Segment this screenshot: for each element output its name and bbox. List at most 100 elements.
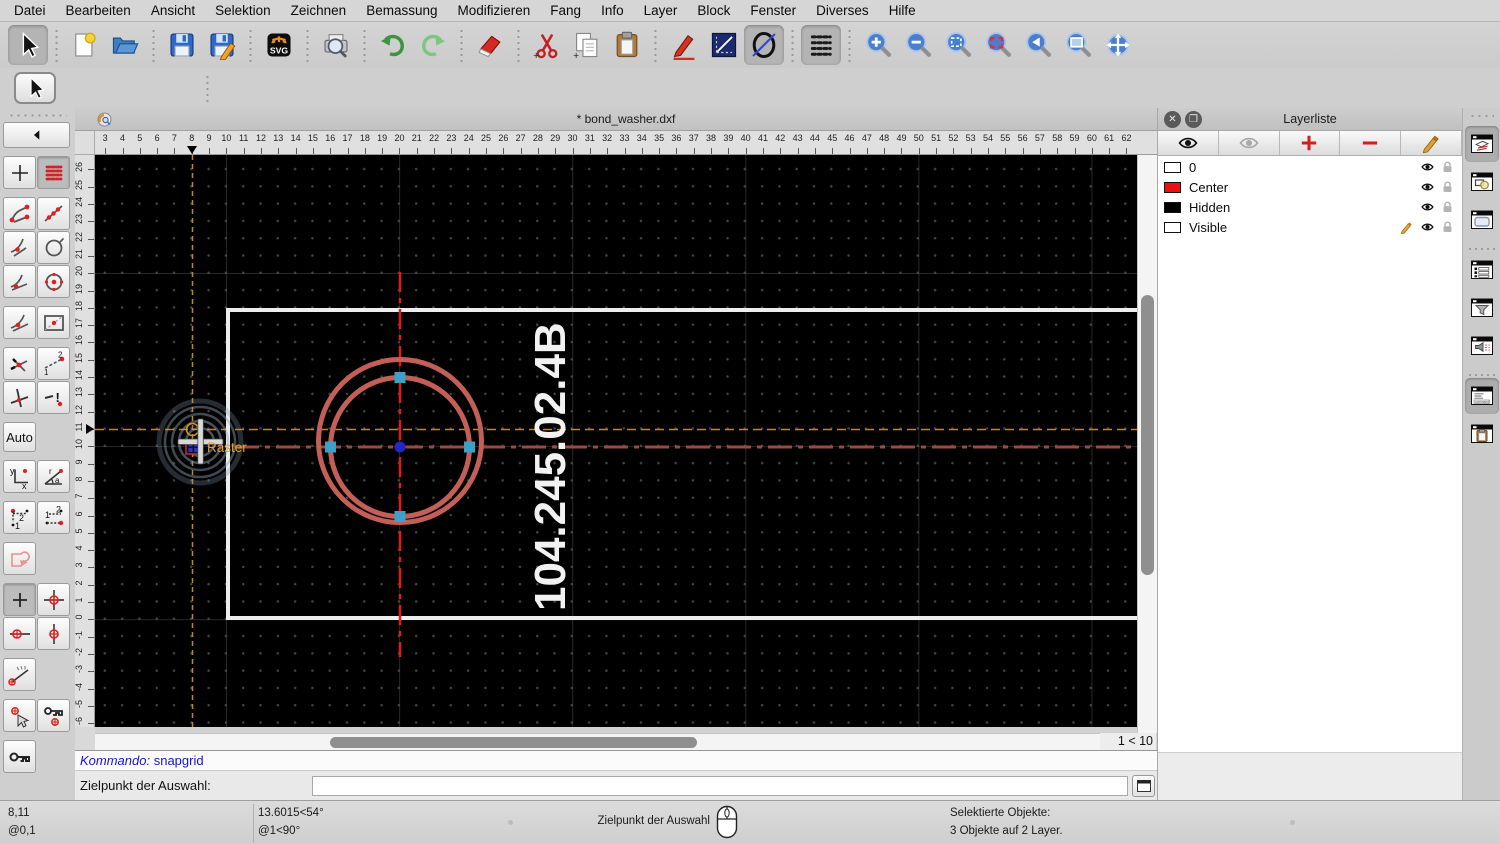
snap-free-button[interactable]	[3, 156, 36, 189]
snap-middle-button[interactable]	[3, 306, 36, 339]
snap-restrict-off-button[interactable]: !	[37, 381, 70, 414]
menu-layer[interactable]: Layer	[634, 0, 688, 22]
layer-color-swatch[interactable]	[1164, 161, 1181, 173]
snap-ortho-button[interactable]	[3, 381, 36, 414]
part-label-text[interactable]: 104.245.02.4B	[526, 322, 575, 611]
command-input[interactable]	[312, 776, 1128, 796]
zoom-window-button[interactable]	[1058, 25, 1098, 65]
snap-select-point-button[interactable]	[3, 699, 36, 732]
handle-top[interactable]	[394, 372, 406, 383]
horizontal-scrollbar-thumb[interactable]	[330, 737, 697, 748]
file-new-button[interactable]	[65, 25, 105, 65]
cut-button[interactable]: +	[527, 25, 567, 65]
menu-hilfe[interactable]: Hilfe	[879, 0, 926, 22]
dock-library-toggle-button[interactable]	[1465, 328, 1499, 364]
layer-lock-icon[interactable]	[1441, 200, 1454, 214]
vertical-scrollbar[interactable]	[1137, 155, 1157, 733]
zoom-previous-button[interactable]	[1018, 25, 1058, 65]
dim-relative-button[interactable]: 21	[3, 501, 36, 534]
layer-row-visible[interactable]: Visible	[1158, 217, 1462, 237]
copy-button[interactable]: +	[567, 25, 607, 65]
menu-modifizieren[interactable]: Modifizieren	[448, 0, 541, 22]
crosshair-full-button[interactable]	[37, 583, 70, 616]
shape-tool-button[interactable]	[3, 542, 36, 575]
dock-command-toggle-button[interactable]: command	[1464, 378, 1499, 414]
save-button[interactable]	[162, 25, 202, 65]
zoom-out-button[interactable]	[898, 25, 938, 65]
layer-color-swatch[interactable]	[1164, 201, 1181, 213]
zoom-pan-button[interactable]	[1098, 25, 1138, 65]
menu-datei[interactable]: Datei	[4, 0, 56, 22]
layer-color-swatch[interactable]	[1164, 221, 1181, 233]
folder-open-button[interactable]	[105, 25, 145, 65]
dock-view-toggle-button[interactable]	[1465, 202, 1499, 238]
panel-float-button[interactable]: ❐	[1185, 111, 1202, 128]
handle-bottom[interactable]	[394, 511, 406, 522]
menu-bearbeiten[interactable]: Bearbeiten	[56, 0, 141, 22]
paste-button[interactable]	[607, 25, 647, 65]
cursor-button[interactable]	[8, 25, 48, 65]
layer-add-button[interactable]	[1280, 131, 1341, 155]
auto-snap-button[interactable]: Auto	[3, 422, 36, 452]
print-preview-button[interactable]	[316, 25, 356, 65]
relative-zero-key-button[interactable]	[3, 740, 36, 773]
coord-cartesian-button[interactable]: yx	[3, 460, 36, 493]
dock-filter-toggle-button[interactable]	[1465, 290, 1499, 326]
layer-visibility-icon[interactable]	[1419, 160, 1436, 174]
dock-clipboard-toggle-button[interactable]	[1465, 416, 1499, 452]
vertical-scrollbar-thumb[interactable]	[1141, 295, 1154, 575]
snap-tangent-button[interactable]	[3, 265, 36, 298]
undo-button[interactable]	[373, 25, 413, 65]
eye-all-button[interactable]	[1158, 131, 1219, 155]
layer-row-0[interactable]: 0	[1158, 157, 1462, 177]
protractor-button[interactable]	[3, 658, 36, 691]
layer-visibility-icon[interactable]	[1419, 200, 1436, 214]
coord-polar-button[interactable]: ra	[37, 460, 70, 493]
zoom-selection-button[interactable]	[978, 25, 1018, 65]
zoom-auto-button[interactable]	[938, 25, 978, 65]
snap-center-button[interactable]	[37, 265, 70, 298]
layer-color-swatch[interactable]	[1164, 181, 1181, 193]
line-tool-button[interactable]	[704, 25, 744, 65]
dock-property-toggle-button[interactable]	[1465, 252, 1499, 288]
menu-diverses[interactable]: Diverses	[806, 0, 879, 22]
menu-info[interactable]: Info	[591, 0, 634, 22]
snap-reference-button[interactable]	[37, 306, 70, 339]
handle-center[interactable]	[394, 441, 406, 453]
dock-block-toggle-button[interactable]	[1465, 164, 1499, 200]
handle-left[interactable]	[325, 441, 336, 453]
crosshair-vertical-button[interactable]	[37, 617, 70, 650]
menu-fenster[interactable]: Fenster	[740, 0, 806, 22]
layer-lock-icon[interactable]	[1441, 180, 1454, 194]
plus-tool-button[interactable]	[3, 583, 36, 616]
panel-close-button[interactable]: ✕	[1164, 111, 1181, 128]
snap-endpoints-button[interactable]	[3, 197, 36, 230]
dim-absolute-button[interactable]: 12	[37, 501, 70, 534]
back-arrow-button[interactable]	[3, 122, 70, 148]
snap-perpendicular-button[interactable]	[3, 231, 36, 264]
snap-distance-button[interactable]: 12	[37, 347, 70, 380]
eraser-button[interactable]	[470, 25, 510, 65]
menu-zeichnen[interactable]: Zeichnen	[281, 0, 357, 22]
handle-right[interactable]	[464, 441, 475, 453]
layer-lock-icon[interactable]	[1441, 220, 1454, 234]
snap-intersection-button[interactable]	[3, 347, 36, 380]
menu-selektion[interactable]: Selektion	[205, 0, 281, 22]
layer-row-center[interactable]: Center	[1158, 177, 1462, 197]
dock-layer-toggle-button[interactable]	[1464, 126, 1499, 162]
crosshair-horizontal-button[interactable]	[3, 617, 36, 650]
ellipse-tool-button[interactable]	[744, 25, 784, 65]
command-window-button[interactable]	[1132, 775, 1155, 797]
menu-bemassung[interactable]: Bemassung	[356, 0, 447, 22]
layer-row-hidden[interactable]: Hidden	[1158, 197, 1462, 217]
layer-lock-icon[interactable]	[1441, 160, 1454, 174]
zoom-in-button[interactable]	[858, 25, 898, 65]
snap-circle-button[interactable]	[37, 231, 70, 264]
horizontal-scrollbar[interactable]	[95, 733, 1100, 750]
layer-edit-button[interactable]	[1401, 131, 1462, 155]
lock-relative-zero-button[interactable]	[37, 699, 70, 732]
layer-remove-button[interactable]	[1340, 131, 1402, 155]
drawing-canvas[interactable]: 104.245.02.4B Raster	[95, 155, 1137, 727]
menu-block[interactable]: Block	[687, 0, 740, 22]
svg-export-button[interactable]: SVG	[259, 25, 299, 65]
